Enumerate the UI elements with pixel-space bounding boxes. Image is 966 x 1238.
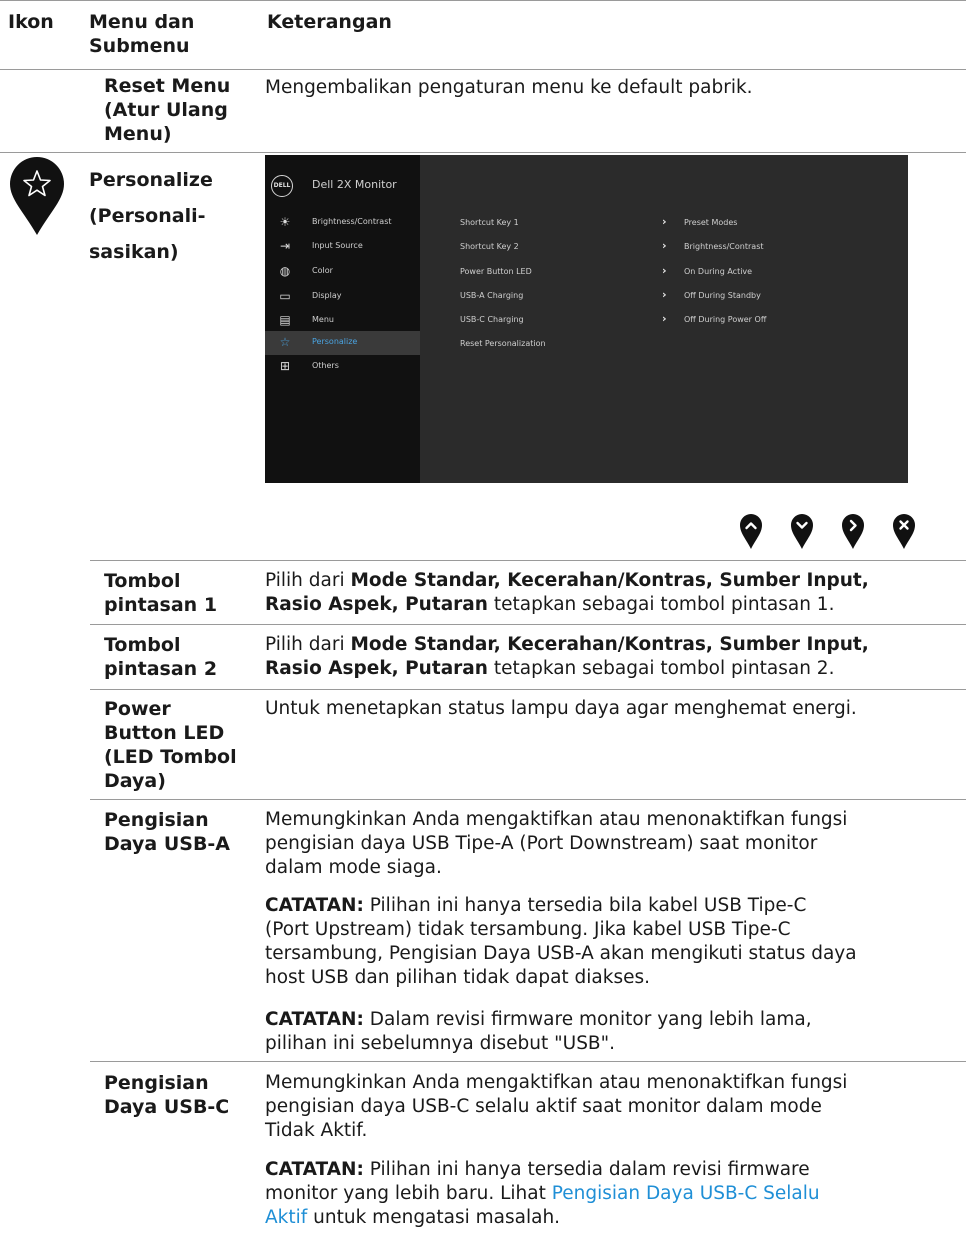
osd-menu-item-color[interactable]: ◍ Color	[265, 260, 420, 284]
star-icon: ☆	[279, 335, 291, 349]
chevron-right-icon: ›	[662, 215, 667, 228]
personalize-label: Personalize (Personali- sasikan)	[89, 169, 213, 263]
osd-row-reset-personalization[interactable]: Reset Personalization	[460, 339, 900, 359]
row-rule	[90, 689, 966, 690]
shortcut-key-1-desc: Pilih dari Mode Standar, Kecerahan/Kontr…	[265, 570, 869, 615]
usb-c-charging-desc: Memungkinkan Anda mengaktifkan atau meno…	[265, 1072, 848, 1141]
osd-menu-item-display[interactable]: ▭ Display	[265, 285, 420, 309]
usb-a-note-2: CATATAN: Dalam revisi firmware monitor y…	[265, 1009, 812, 1054]
top-rule	[0, 0, 966, 1]
menu-icon: ▤	[279, 313, 291, 327]
close-button[interactable]	[893, 514, 915, 549]
reset-menu-desc: Mengembalikan pengaturan menu ke default…	[265, 77, 753, 98]
chevron-right-icon: ›	[662, 239, 667, 252]
header-desc-col: Keterangan	[267, 11, 392, 33]
display-icon: ▭	[279, 289, 291, 303]
osd-sidebar: DELL Dell 2X Monitor ☀ Brightness/Contra…	[265, 155, 420, 483]
power-button-led-desc: Untuk menetapkan status lampu daya agar …	[265, 698, 857, 719]
chevron-right-icon: ›	[662, 264, 667, 277]
row-rule	[0, 152, 966, 153]
osd-row-usb-c-charging[interactable]: USB-C Charging › Off During Power Off	[460, 312, 900, 335]
reset-menu-label: Reset Menu (Atur Ulang Menu)	[104, 75, 231, 145]
osd-menu-item-others[interactable]: ⊞ Others	[265, 355, 420, 379]
row-rule	[90, 1061, 966, 1062]
row-rule	[90, 799, 966, 800]
usb-a-note-1: CATATAN: Pilihan ini hanya tersedia bila…	[265, 895, 857, 988]
star-icon	[7, 157, 67, 235]
others-icon: ⊞	[279, 359, 291, 373]
usb-c-note: CATATAN: Pilihan ini hanya tersedia dala…	[265, 1159, 820, 1228]
osd-menu-item-brightness[interactable]: ☀ Brightness/Contrast	[265, 211, 420, 235]
chevron-right-icon: ›	[662, 312, 667, 325]
usb-c-always-on-link[interactable]: Pengisian Daya USB-C Selalu	[552, 1183, 820, 1204]
osd-menu-item-input-source[interactable]: ⇥ Input Source	[265, 235, 420, 259]
shortcut-key-2-label: Tombol pintasan 2	[104, 634, 218, 680]
header-rule	[0, 69, 966, 70]
osd-menu-item-personalize[interactable]: ☆ Personalize	[265, 331, 420, 355]
shortcut-key-2-desc: Pilih dari Mode Standar, Kecerahan/Kontr…	[265, 634, 869, 679]
usb-a-charging-label: Pengisian Daya USB-A	[104, 809, 231, 855]
osd-row-power-button-led[interactable]: Power Button LED › On During Active	[460, 264, 900, 287]
input-icon: ⇥	[279, 239, 291, 253]
row-rule	[90, 624, 966, 625]
osd-menu-item-menu[interactable]: ▤ Menu	[265, 309, 420, 333]
color-icon: ◍	[279, 264, 291, 278]
brightness-icon: ☀	[279, 215, 291, 229]
right-button[interactable]	[842, 514, 864, 549]
nav-buttons	[739, 513, 917, 553]
shortcut-key-1-label: Tombol pintasan 1	[104, 570, 218, 616]
chevron-right-icon: ›	[662, 288, 667, 301]
header-icon-col: Ikon	[8, 11, 54, 33]
power-button-led-label: Power Button LED (LED Tombol Daya)	[104, 698, 237, 792]
down-button[interactable]	[791, 514, 813, 549]
osd-row-usb-a-charging[interactable]: USB-A Charging › Off During Standby	[460, 288, 900, 311]
osd-row-shortcut-key-2[interactable]: Shortcut Key 2 › Brightness/Contrast	[460, 239, 900, 262]
usb-c-charging-label: Pengisian Daya USB-C	[104, 1072, 230, 1118]
dell-logo: DELL	[271, 175, 293, 197]
usb-a-charging-desc: Memungkinkan Anda mengaktifkan atau meno…	[265, 809, 848, 878]
row-rule	[90, 560, 966, 561]
osd-title: Dell 2X Monitor	[312, 178, 397, 191]
header-menu-col: Menu dan Submenu	[89, 11, 195, 57]
osd-menu: DELL Dell 2X Monitor ☀ Brightness/Contra…	[265, 155, 908, 483]
up-button[interactable]	[740, 514, 762, 549]
osd-row-shortcut-key-1[interactable]: Shortcut Key 1 › Preset Modes	[460, 215, 900, 238]
usb-c-always-on-link-cont[interactable]: Aktif	[265, 1207, 307, 1228]
